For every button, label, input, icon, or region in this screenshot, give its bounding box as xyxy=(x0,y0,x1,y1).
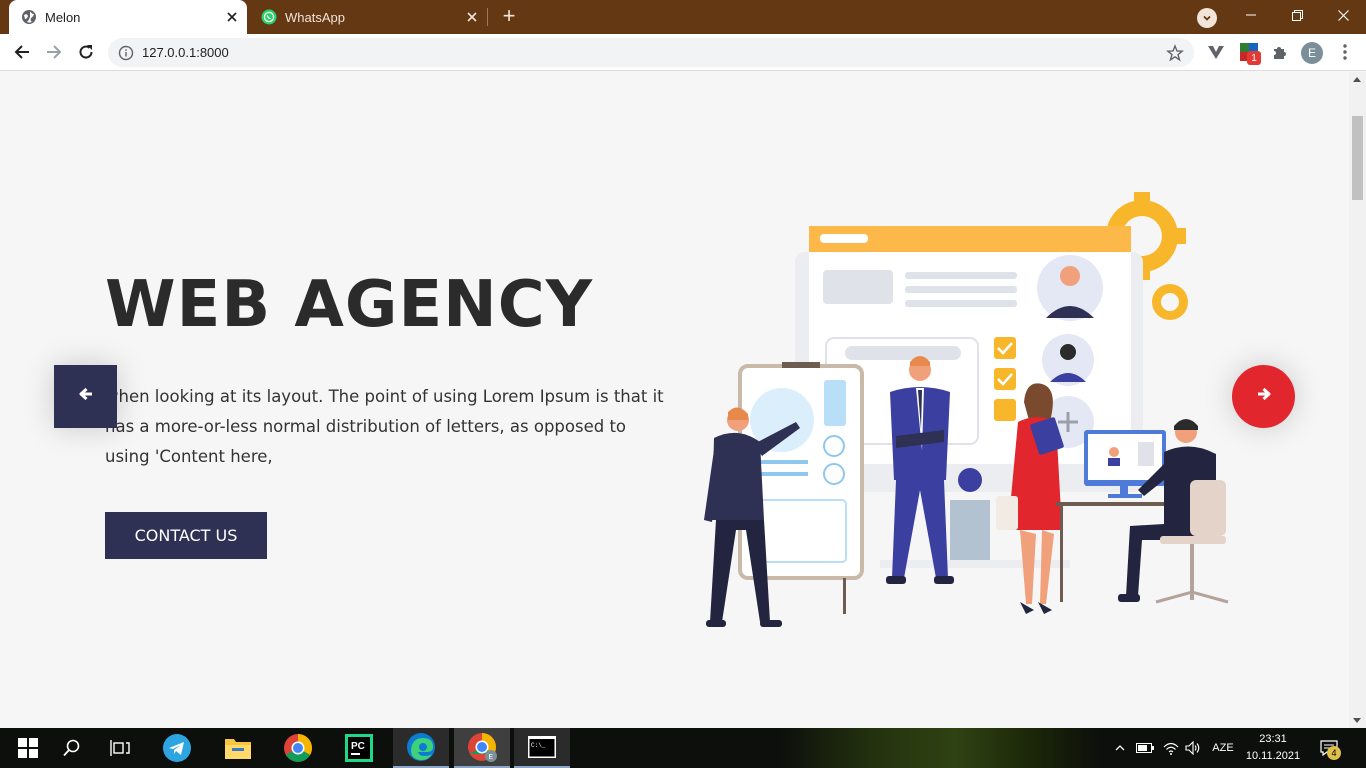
scroll-up-icon[interactable] xyxy=(1353,77,1361,82)
bookmark-star-icon[interactable] xyxy=(1165,44,1185,62)
wifi-icon[interactable] xyxy=(1160,728,1182,768)
battery-icon[interactable] xyxy=(1134,728,1156,768)
scrollbar-thumb[interactable] xyxy=(1352,116,1363,200)
tab-whatsapp[interactable]: WhatsApp xyxy=(249,0,487,34)
tab-separator xyxy=(487,8,488,26)
minimize-button[interactable] xyxy=(1228,0,1274,30)
hero-description: when looking at its layout. The point of… xyxy=(105,387,664,466)
chrome-profile-icon[interactable]: E xyxy=(454,728,510,768)
hero-title: WEB AGENCY xyxy=(105,268,594,342)
show-hidden-icons-icon[interactable] xyxy=(1112,728,1128,768)
task-view-icon[interactable] xyxy=(92,728,148,768)
tab-title: WhatsApp xyxy=(285,9,345,25)
extensions-puzzle-icon[interactable] xyxy=(1269,41,1291,63)
address-bar[interactable]: 127.0.0.1:8000 xyxy=(108,38,1194,67)
page-viewport: WEB AGENCY when looking at its layout. T… xyxy=(0,72,1349,728)
scroll-down-icon[interactable] xyxy=(1353,718,1361,723)
profile-avatar[interactable]: E xyxy=(1301,42,1323,64)
clock-date: 10.11.2021 xyxy=(1245,750,1301,762)
chrome-icon[interactable] xyxy=(270,728,326,768)
restore-button[interactable] xyxy=(1274,0,1320,30)
terminal-icon[interactable]: C:\_ xyxy=(514,728,570,768)
arrow-left-icon xyxy=(79,387,93,406)
reload-button[interactable] xyxy=(72,38,100,66)
back-button[interactable] xyxy=(8,38,36,66)
close-tab-icon[interactable] xyxy=(461,6,483,28)
pycharm-icon[interactable]: PC xyxy=(331,728,387,768)
svg-text:C:\_: C:\_ xyxy=(531,742,546,749)
extension-badge: 1 xyxy=(1247,51,1261,65)
svg-text:E: E xyxy=(489,754,494,761)
wallpaper-strip xyxy=(780,728,1100,768)
language-indicator[interactable]: AZE xyxy=(1208,728,1238,768)
whatsapp-icon xyxy=(261,9,277,25)
taskbar-clock[interactable]: 23:31 10.11.2021 xyxy=(1242,731,1304,765)
globe-icon xyxy=(21,9,37,25)
team-illustration xyxy=(704,192,1229,627)
svg-text:PC: PC xyxy=(351,741,365,752)
new-tab-button[interactable]: + xyxy=(497,5,521,29)
close-tab-icon[interactable] xyxy=(221,6,243,28)
chrome-menu-icon[interactable] xyxy=(1334,41,1356,63)
volume-icon[interactable] xyxy=(1182,728,1204,768)
arrow-right-icon xyxy=(1257,387,1271,406)
telegram-icon[interactable] xyxy=(149,728,205,768)
vpn-extension-icon[interactable] xyxy=(1205,41,1227,63)
tab-title: Melon xyxy=(45,9,81,25)
clock-time: 23:31 xyxy=(1259,733,1287,745)
page-scrollbar[interactable] xyxy=(1349,72,1366,728)
close-window-button[interactable] xyxy=(1320,0,1366,30)
browser-tab-bar: Melon WhatsApp + xyxy=(0,0,1366,34)
browser-toolbar: 127.0.0.1:8000 1 E xyxy=(0,34,1366,71)
notification-count-badge: 4 xyxy=(1327,746,1341,760)
forward-button[interactable] xyxy=(40,38,68,66)
address-text: 127.0.0.1:8000 xyxy=(142,45,229,60)
edge-icon[interactable] xyxy=(393,728,449,768)
gear-icon xyxy=(1152,284,1188,320)
file-explorer-icon[interactable] xyxy=(210,728,266,768)
info-icon[interactable] xyxy=(118,45,134,61)
windows-taskbar: PC E C:\_ AZE 23:31 10.11.2021 4 xyxy=(0,728,1366,768)
contact-us-button[interactable]: CONTACT US xyxy=(105,512,267,559)
tab-search-icon[interactable] xyxy=(1197,8,1217,28)
slider-prev-button[interactable] xyxy=(54,365,117,428)
tab-melon[interactable]: Melon xyxy=(9,0,247,34)
